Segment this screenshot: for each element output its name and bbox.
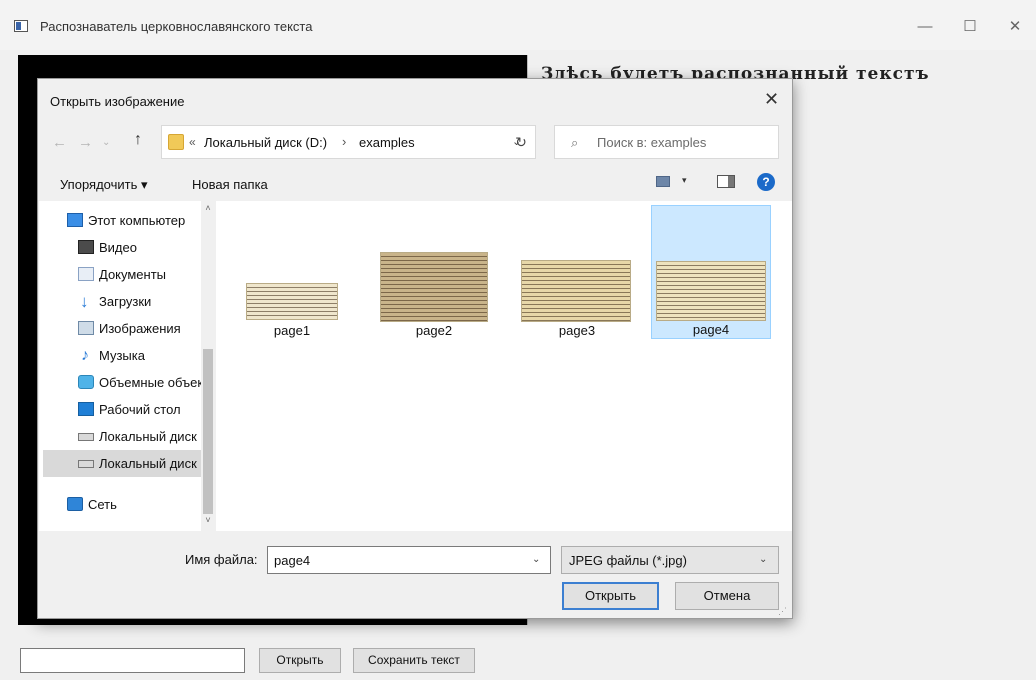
file-item-page2[interactable]: page2: [376, 205, 492, 339]
refresh-icon[interactable]: ↻: [506, 126, 536, 158]
nav-item-3d-objects[interactable]: Объемные объекты: [43, 369, 201, 396]
image-thumbnail: [380, 252, 488, 322]
scrollbar-thumb[interactable]: [203, 349, 213, 514]
breadcrumb-local-disk-d[interactable]: Локальный диск (D:): [204, 135, 327, 150]
scroll-up-icon[interactable]: ˄: [201, 203, 215, 213]
nav-item-label: Рабочий стол: [99, 402, 181, 417]
file-list: page1 page2 page3 page4: [216, 201, 792, 531]
navigation-scrollbar[interactable]: ˄ ˅: [201, 201, 215, 531]
search-input[interactable]: ⌕ Поиск в: examples: [554, 125, 779, 159]
nav-item-label: Видео: [99, 240, 137, 255]
nav-item-label: Объемные объекты: [99, 375, 201, 390]
search-icon: ⌕: [571, 135, 579, 150]
file-item-page3[interactable]: page3: [519, 205, 635, 339]
recent-locations-icon[interactable]: ⌄: [102, 137, 110, 148]
pictures-folder-icon: [78, 321, 94, 335]
local-disk-d-icon: [78, 460, 94, 468]
nav-item-label: Сеть: [88, 497, 117, 512]
file-item-page1[interactable]: page1: [234, 205, 350, 339]
filename-input[interactable]: page4 ⌄: [267, 546, 551, 574]
nav-item-documents[interactable]: Документы: [43, 261, 201, 288]
nav-item-desktop[interactable]: Рабочий стол: [43, 396, 201, 423]
image-thumbnail: [521, 260, 631, 322]
file-name: page3: [558, 323, 596, 338]
window-title: Распознаватель церковнославянского текст…: [40, 19, 313, 34]
3d-objects-folder-icon: [78, 375, 94, 389]
dialog-title: Открыть изображение: [50, 94, 185, 109]
nav-item-local-disk-c[interactable]: Локальный диск (C:): [43, 423, 201, 450]
dialog-close-button[interactable]: ✕: [764, 89, 779, 110]
nav-item-video[interactable]: Видео: [43, 234, 201, 261]
downloads-folder-icon: [78, 288, 94, 315]
dialog-open-button[interactable]: Открыть: [562, 582, 659, 610]
minimize-button[interactable]: —: [910, 14, 940, 40]
nav-item-label: Локальный диск (C:): [99, 429, 201, 444]
navigation-pane: Этот компьютер Видео Документы Загрузки …: [39, 201, 215, 531]
dialog-cancel-button[interactable]: Отмена: [675, 582, 779, 610]
nav-item-label: Музыка: [99, 348, 145, 363]
organize-menu[interactable]: Упорядочить ▾: [60, 177, 148, 193]
file-name: page4: [692, 322, 730, 337]
help-icon[interactable]: ?: [757, 173, 775, 191]
address-bar[interactable]: « Локальный диск (D:) › examples ⌄: [161, 125, 536, 159]
nav-item-local-disk-d[interactable]: Локальный диск (D:): [43, 450, 201, 477]
up-arrow-icon[interactable]: ↑: [134, 131, 142, 149]
file-name: page2: [415, 323, 453, 338]
video-folder-icon: [78, 240, 94, 254]
filename-value: page4: [274, 553, 311, 568]
file-type-select[interactable]: JPEG файлы (*.jpg) ⌄: [561, 546, 779, 574]
search-placeholder: Поиск в: examples: [597, 135, 707, 150]
save-text-button[interactable]: Сохранить текст: [353, 648, 475, 673]
file-item-page4[interactable]: page4: [651, 205, 771, 339]
close-window-button[interactable]: ✕: [1000, 14, 1030, 40]
nav-item-label: Документы: [99, 267, 167, 282]
local-disk-c-icon: [78, 433, 94, 441]
resize-grip-icon[interactable]: ⋰: [778, 606, 787, 617]
nav-item-label: Изображения: [99, 321, 181, 336]
open-button[interactable]: Открыть: [259, 648, 341, 673]
view-options-dropdown-icon[interactable]: ▾: [682, 175, 687, 186]
file-type-dropdown-icon[interactable]: ⌄: [759, 554, 767, 565]
breadcrumb-overflow[interactable]: «: [189, 135, 196, 149]
dialog-toolbar: Упорядочить ▾ Новая папка ▾ ?: [38, 167, 792, 201]
maximize-button[interactable]: ☐: [955, 14, 985, 40]
nav-item-music[interactable]: Музыка: [43, 342, 201, 369]
nav-item-downloads[interactable]: Загрузки: [43, 288, 201, 315]
nav-item-pictures[interactable]: Изображения: [43, 315, 201, 342]
app-window-icon: [14, 20, 28, 32]
preview-pane-icon[interactable]: [717, 175, 735, 188]
folder-icon: [168, 134, 184, 150]
file-type-value: JPEG файлы (*.jpg): [569, 553, 687, 568]
desktop-folder-icon: [78, 402, 94, 416]
documents-folder-icon: [78, 267, 94, 281]
nav-item-network[interactable]: Сеть: [43, 491, 201, 518]
nav-item-this-pc[interactable]: Этот компьютер: [43, 207, 201, 234]
forward-arrow-icon[interactable]: →: [78, 134, 93, 151]
network-icon: [67, 497, 83, 511]
nav-item-label: Загрузки: [99, 294, 152, 309]
new-folder-button[interactable]: Новая папка: [192, 177, 268, 192]
image-thumbnail: [656, 261, 766, 321]
file-path-input[interactable]: [20, 648, 245, 673]
breadcrumb-chevron-icon[interactable]: ›: [342, 134, 346, 149]
scroll-down-icon[interactable]: ˅: [201, 515, 215, 525]
filename-label: Имя файла:: [185, 552, 258, 567]
nav-item-label: Этот компьютер: [88, 213, 186, 228]
filename-dropdown-icon[interactable]: ⌄: [532, 554, 540, 565]
open-image-dialog: Открыть изображение ✕ ← → ⌄ ↑ « Локальны…: [37, 78, 793, 619]
back-arrow-icon[interactable]: ←: [52, 134, 67, 151]
image-thumbnail: [246, 283, 338, 320]
change-view-icon[interactable]: [656, 176, 670, 187]
music-folder-icon: [78, 342, 94, 369]
file-name: page1: [273, 323, 311, 338]
nav-item-label: Локальный диск (D:): [99, 456, 201, 471]
computer-icon: [67, 213, 83, 227]
title-bar: Распознаватель церковнославянского текст…: [0, 0, 1036, 50]
breadcrumb-examples[interactable]: examples: [359, 135, 415, 150]
